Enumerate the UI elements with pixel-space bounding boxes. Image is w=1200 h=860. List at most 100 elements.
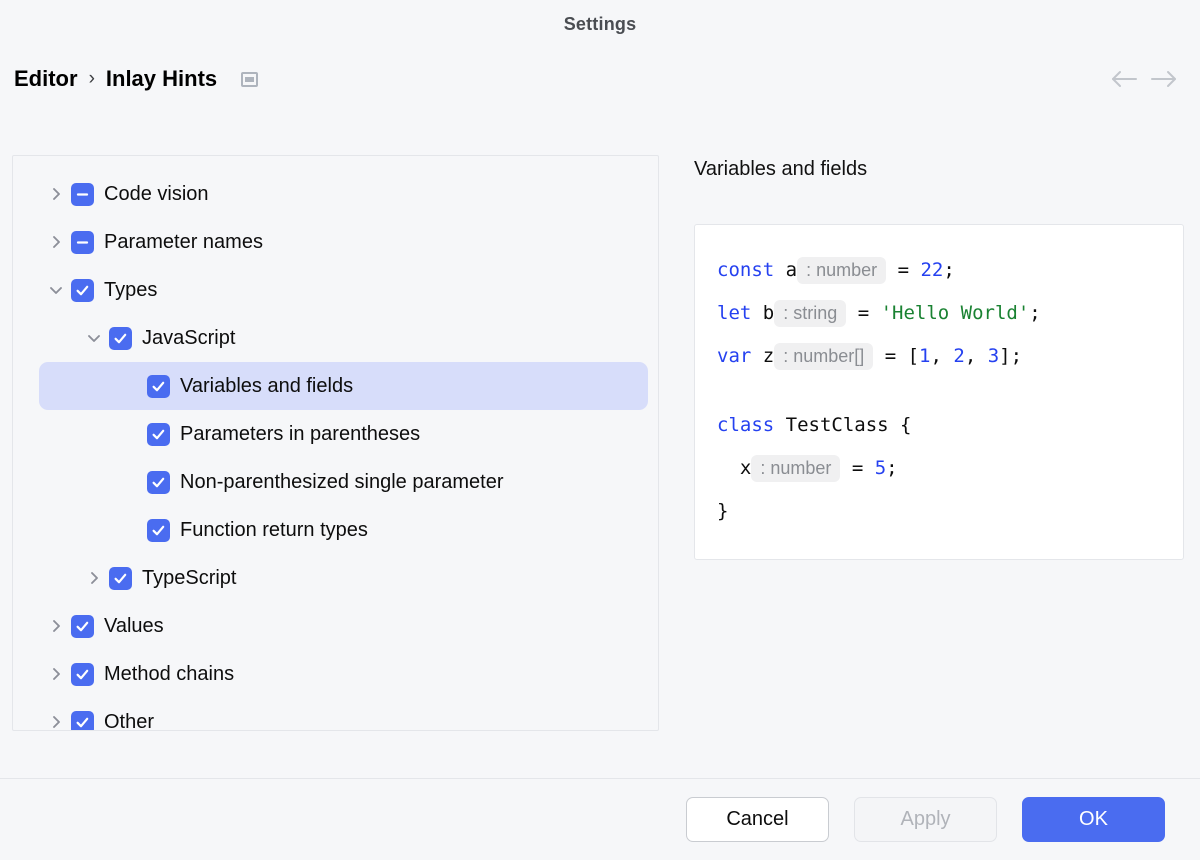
tree-item-label: Method chains	[104, 663, 234, 686]
dialog-footer: Cancel Apply OK	[0, 778, 1200, 860]
checkbox-indeterminate-icon[interactable]	[71, 183, 94, 206]
code-token: TestClass {	[774, 414, 911, 436]
breadcrumb-separator-icon: ›	[89, 68, 95, 90]
window-preview-icon[interactable]	[241, 72, 258, 87]
code-token: const	[717, 259, 774, 281]
tree-item-label: Non-parenthesized single parameter	[180, 471, 504, 494]
chevron-right-icon[interactable]	[79, 571, 109, 585]
apply-button: Apply	[854, 797, 997, 842]
code-line: class TestClass {	[717, 404, 1161, 447]
tree-row[interactable]: Values	[13, 602, 648, 650]
code-line	[717, 378, 1161, 404]
code-token: 'Hello World'	[881, 302, 1030, 324]
arrow-left-icon	[1110, 69, 1138, 89]
checkbox-checked-icon[interactable]	[71, 663, 94, 686]
tree-row[interactable]: Parameter names	[13, 218, 648, 266]
code-token: z	[751, 345, 774, 367]
checkbox-checked-icon[interactable]	[147, 375, 170, 398]
checkbox-checked-icon[interactable]	[71, 711, 94, 732]
checkbox-indeterminate-icon[interactable]	[71, 231, 94, 254]
chevron-right-icon[interactable]	[41, 715, 71, 729]
chevron-right-icon[interactable]	[41, 187, 71, 201]
tree-row[interactable]: Non-parenthesized single parameter	[13, 458, 648, 506]
code-token: 5	[875, 457, 886, 479]
chevron-down-icon[interactable]	[79, 331, 109, 345]
tree-row[interactable]: JavaScript	[13, 314, 648, 362]
inlay-hint-badge: : number[]	[774, 343, 873, 370]
tree-item-label: JavaScript	[142, 327, 235, 350]
code-token: = [	[873, 345, 919, 367]
breadcrumb-item-inlay-hints[interactable]: Inlay Hints	[106, 66, 217, 92]
breadcrumb: Editor › Inlay Hints	[14, 66, 217, 92]
code-token: 1	[919, 345, 930, 367]
checkbox-checked-icon[interactable]	[147, 423, 170, 446]
checkbox-checked-icon[interactable]	[147, 471, 170, 494]
preview-title: Variables and fields	[694, 158, 1200, 181]
code-line: const a: number = 22;	[717, 249, 1161, 292]
checkbox-checked-icon[interactable]	[71, 279, 94, 302]
code-token: 2	[953, 345, 964, 367]
breadcrumb-item-editor[interactable]: Editor	[14, 66, 78, 92]
tree-row[interactable]: Code vision	[13, 170, 648, 218]
code-token: ,	[965, 345, 988, 367]
inlay-hints-tree[interactable]: Code vision Parameter names Types JavaScrip…	[12, 155, 659, 731]
tree-item-label: Other	[104, 711, 154, 732]
window-title: Settings	[564, 14, 637, 35]
chevron-down-icon[interactable]	[41, 283, 71, 297]
ok-button[interactable]: OK	[1022, 797, 1165, 842]
code-token: class	[717, 414, 774, 436]
checkbox-checked-icon[interactable]	[109, 327, 132, 350]
code-token: =	[846, 302, 880, 324]
code-token: ,	[930, 345, 953, 367]
code-token: ;	[943, 259, 954, 281]
tree-row[interactable]: Parameters in parentheses	[13, 410, 648, 458]
chevron-right-icon[interactable]	[41, 667, 71, 681]
tree-row[interactable]: Variables and fields	[39, 362, 648, 410]
code-token: var	[717, 345, 751, 367]
tree-row[interactable]: Other	[13, 698, 648, 731]
checkbox-checked-icon[interactable]	[109, 567, 132, 590]
checkbox-checked-icon[interactable]	[147, 519, 170, 542]
tree-item-label: Values	[104, 615, 164, 638]
tree-row[interactable]: Method chains	[13, 650, 648, 698]
back-button[interactable]	[1104, 64, 1144, 94]
code-token: =	[840, 457, 874, 479]
inlay-hint-badge: : number	[797, 257, 886, 284]
arrow-right-icon	[1150, 69, 1178, 89]
code-line: x: number = 5;	[717, 447, 1161, 490]
code-token: x	[717, 457, 751, 479]
inlay-hint-badge: : string	[774, 300, 846, 327]
code-token: b	[751, 302, 774, 324]
code-token: ;	[1029, 302, 1040, 324]
tree-item-label: Parameters in parentheses	[180, 423, 420, 446]
tree-item-label: Function return types	[180, 519, 368, 542]
code-token: a	[774, 259, 797, 281]
tree-row[interactable]: Types	[13, 266, 648, 314]
preview-pane: Variables and fields const a: number = 2…	[659, 110, 1200, 746]
code-line: let b: string = 'Hello World';	[717, 292, 1161, 335]
settings-content: Code vision Parameter names Types JavaScrip…	[0, 110, 1200, 746]
code-token: =	[886, 259, 920, 281]
cancel-button[interactable]: Cancel	[686, 797, 829, 842]
code-line: var z: number[] = [1, 2, 3];	[717, 335, 1161, 378]
forward-button[interactable]	[1144, 64, 1184, 94]
code-line: }	[717, 490, 1161, 533]
settings-header: Editor › Inlay Hints	[0, 48, 1200, 110]
window-titlebar: Settings	[0, 0, 1200, 48]
code-preview: const a: number = 22;let b: string = 'He…	[694, 224, 1184, 560]
code-token: ];	[999, 345, 1022, 367]
code-token: }	[717, 500, 728, 522]
checkbox-checked-icon[interactable]	[71, 615, 94, 638]
code-token: 22	[920, 259, 943, 281]
inlay-hint-badge: : number	[751, 455, 840, 482]
tree-row[interactable]: TypeScript	[13, 554, 648, 602]
tree-item-label: Code vision	[104, 183, 209, 206]
chevron-right-icon[interactable]	[41, 619, 71, 633]
tree-row[interactable]: Function return types	[13, 506, 648, 554]
tree-item-label: Variables and fields	[180, 375, 353, 398]
code-token: ;	[886, 457, 897, 479]
tree-item-label: Parameter names	[104, 231, 263, 254]
tree-item-label: TypeScript	[142, 567, 236, 590]
code-token: 3	[988, 345, 999, 367]
chevron-right-icon[interactable]	[41, 235, 71, 249]
